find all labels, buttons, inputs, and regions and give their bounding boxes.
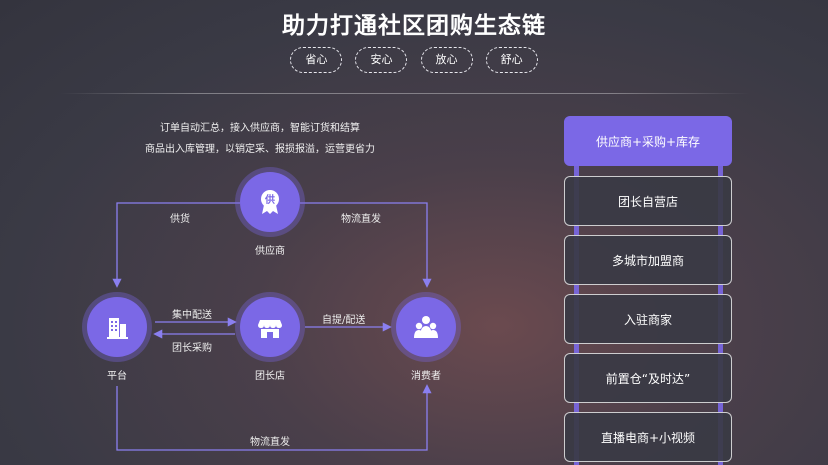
- node-supplier[interactable]: 供: [240, 172, 300, 232]
- node-consumer[interactable]: [396, 297, 456, 357]
- node-leader-store[interactable]: [240, 297, 300, 357]
- label-consumer: 消费者: [411, 371, 441, 382]
- ladder-item-self-store[interactable]: 团长自营店: [564, 176, 732, 226]
- label-leader-store: 团长店: [255, 371, 285, 382]
- label-platform: 平台: [107, 371, 127, 382]
- edge-label-supply: 供货: [170, 214, 190, 225]
- node-platform[interactable]: [87, 297, 147, 357]
- ladder-item-supply-chain[interactable]: 供应商+采购+库存: [564, 116, 732, 166]
- edge-label-direct-top: 物流直发: [341, 214, 381, 225]
- edge-label-pickup-delivery: 自提/配送: [322, 315, 366, 326]
- supplier-badge-icon: 供: [261, 190, 279, 214]
- edge-label-central-delivery: 集中配送: [172, 310, 212, 321]
- ladder-item-front-warehouse[interactable]: 前置仓“及时达”: [564, 353, 732, 403]
- label-supplier: 供应商: [255, 246, 285, 257]
- ladder-item-merchants[interactable]: 入驻商家: [564, 294, 732, 344]
- edge-label-leader-purchase: 团长采购: [172, 343, 212, 354]
- building-icon: [107, 318, 128, 339]
- ladder-item-live-commerce[interactable]: 直播电商+小视频: [564, 412, 732, 462]
- people-icon: [414, 316, 438, 338]
- supplier-badge-char: 供: [264, 193, 275, 206]
- edge-label-direct-bottom: 物流直发: [250, 437, 290, 448]
- ladder-item-multi-city[interactable]: 多城市加盟商: [564, 235, 732, 285]
- store-icon: [258, 320, 282, 338]
